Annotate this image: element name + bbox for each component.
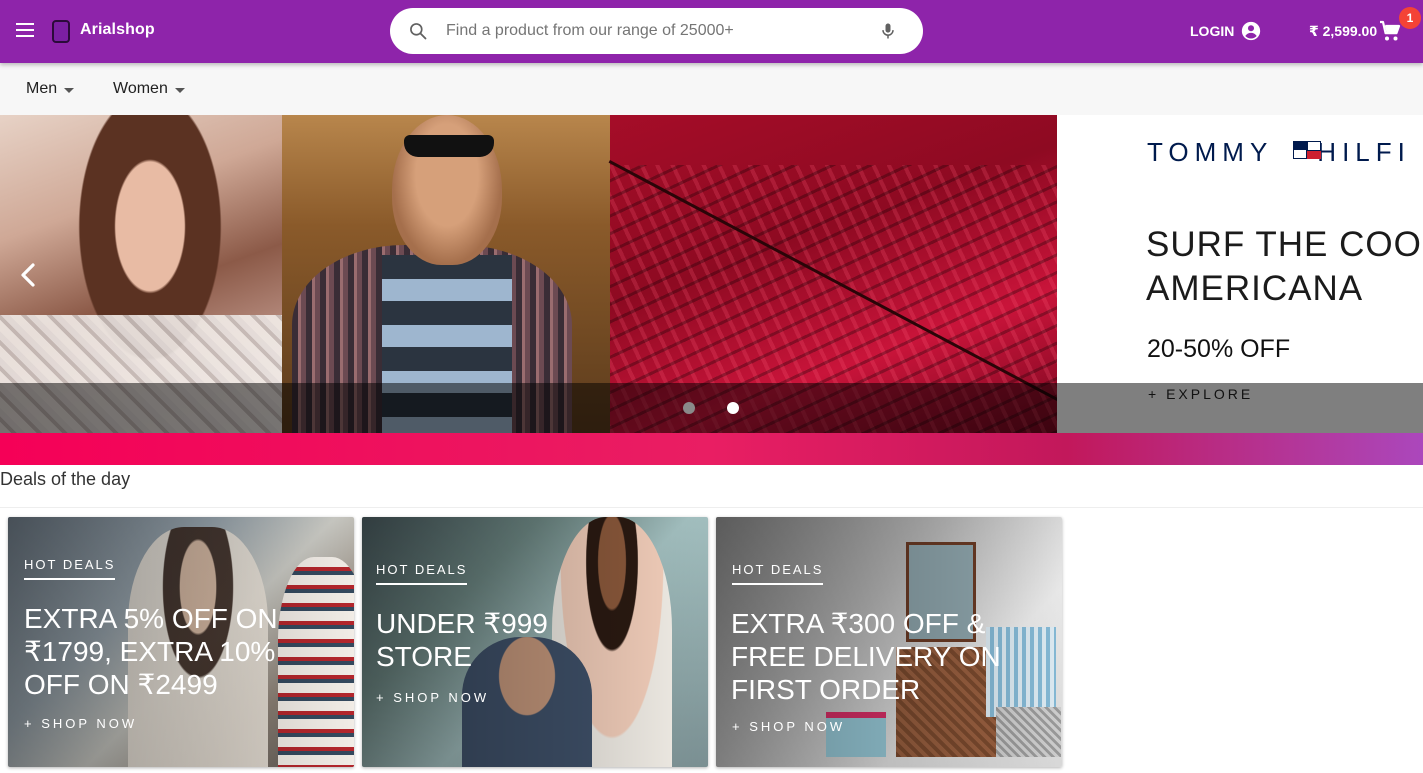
deal-title-line: FREE DELIVERY ON (731, 641, 1001, 672)
deals-section-title: Deals of the day (0, 469, 131, 489)
cart-count-badge: 1 (1399, 7, 1421, 29)
deal-title-line: ₹1799, EXTRA 10% (24, 636, 276, 667)
login-button[interactable]: LOGIN (1190, 19, 1262, 43)
caret-down-icon (174, 87, 185, 93)
cart-button[interactable]: ₹ 2,599.00 (1309, 17, 1402, 45)
deal-title: EXTRA 5% OFF ON ₹1799, EXTRA 10% OFF ON … (24, 602, 278, 701)
account-circle-icon (1242, 21, 1261, 41)
shop-now-link[interactable]: + SHOP NOW (24, 716, 137, 731)
category-men[interactable]: Men (26, 80, 75, 98)
search-icon[interactable] (408, 21, 428, 41)
hero-brand-logo: TOMMY HILFI (1147, 137, 1411, 168)
carousel-dot-2-active[interactable] (727, 402, 739, 414)
category-women[interactable]: Women (113, 80, 185, 98)
hero-discount: 20-50% OFF (1147, 335, 1291, 363)
category-label: Men (26, 80, 58, 97)
chevron-left-icon[interactable] (16, 260, 40, 290)
brand-logo-icon[interactable] (52, 20, 70, 43)
deal-card-extra-discount[interactable]: HOT DEALS EXTRA 5% OFF ON ₹1799, EXTRA 1… (8, 517, 354, 767)
deal-title-line: UNDER ₹999 (376, 608, 548, 639)
shop-now-link[interactable]: + SHOP NOW (376, 690, 489, 705)
category-bar: Men Women (0, 63, 1423, 115)
deal-title-line: OFF ON ₹2499 (24, 669, 218, 700)
deal-tag: HOT DEALS (732, 562, 824, 585)
login-label: LOGIN (1190, 23, 1235, 39)
hero-carousel[interactable]: TOMMY HILFI SURF THE COO AMERICANA 20-50%… (0, 115, 1423, 433)
deal-title-line: STORE (376, 641, 472, 672)
shop-now-link[interactable]: + SHOP NOW (732, 719, 845, 734)
divider (0, 507, 1423, 508)
mic-icon[interactable] (878, 20, 898, 42)
deal-title-line: FIRST ORDER (731, 674, 921, 705)
deal-card-first-order[interactable]: HOT DEALS EXTRA ₹300 OFF & FREE DELIVERY… (716, 517, 1062, 767)
deal-tag: HOT DEALS (376, 562, 468, 585)
brand-logo-text-left: TOMMY (1147, 137, 1274, 167)
deal-title: EXTRA ₹300 OFF & FREE DELIVERY ON FIRST … (731, 607, 1001, 706)
hero-headline-line1: SURF THE COO (1146, 225, 1422, 264)
search-input[interactable] (446, 19, 866, 43)
app-bar: Arialshop LOGIN ₹ 2,599.00 1 (0, 0, 1423, 63)
brand-name[interactable]: Arialshop (80, 21, 155, 39)
deal-title: UNDER ₹999 STORE (376, 607, 548, 673)
caret-down-icon (64, 87, 75, 93)
cart-icon (1380, 20, 1401, 41)
menu-icon[interactable] (14, 20, 38, 42)
search-bar (390, 8, 923, 54)
deal-title-line: EXTRA ₹300 OFF & (731, 608, 986, 639)
deal-tag: HOT DEALS (24, 557, 116, 580)
brand-logo-text-right: HILFI (1317, 137, 1411, 167)
category-label: Women (113, 80, 168, 97)
carousel-dot-1[interactable] (683, 402, 695, 414)
deal-title-line: EXTRA 5% OFF ON (24, 603, 278, 634)
deal-card-under-999[interactable]: HOT DEALS UNDER ₹999 STORE + SHOP NOW (362, 517, 708, 767)
cart-total: ₹ 2,599.00 (1309, 22, 1378, 39)
promo-gradient-band (0, 433, 1423, 465)
explore-link[interactable]: + EXPLORE (1148, 386, 1253, 402)
flag-logo-icon (1293, 141, 1321, 159)
hero-headline: SURF THE COO AMERICANA (1146, 223, 1422, 311)
hero-headline-line2: AMERICANA (1146, 269, 1364, 308)
